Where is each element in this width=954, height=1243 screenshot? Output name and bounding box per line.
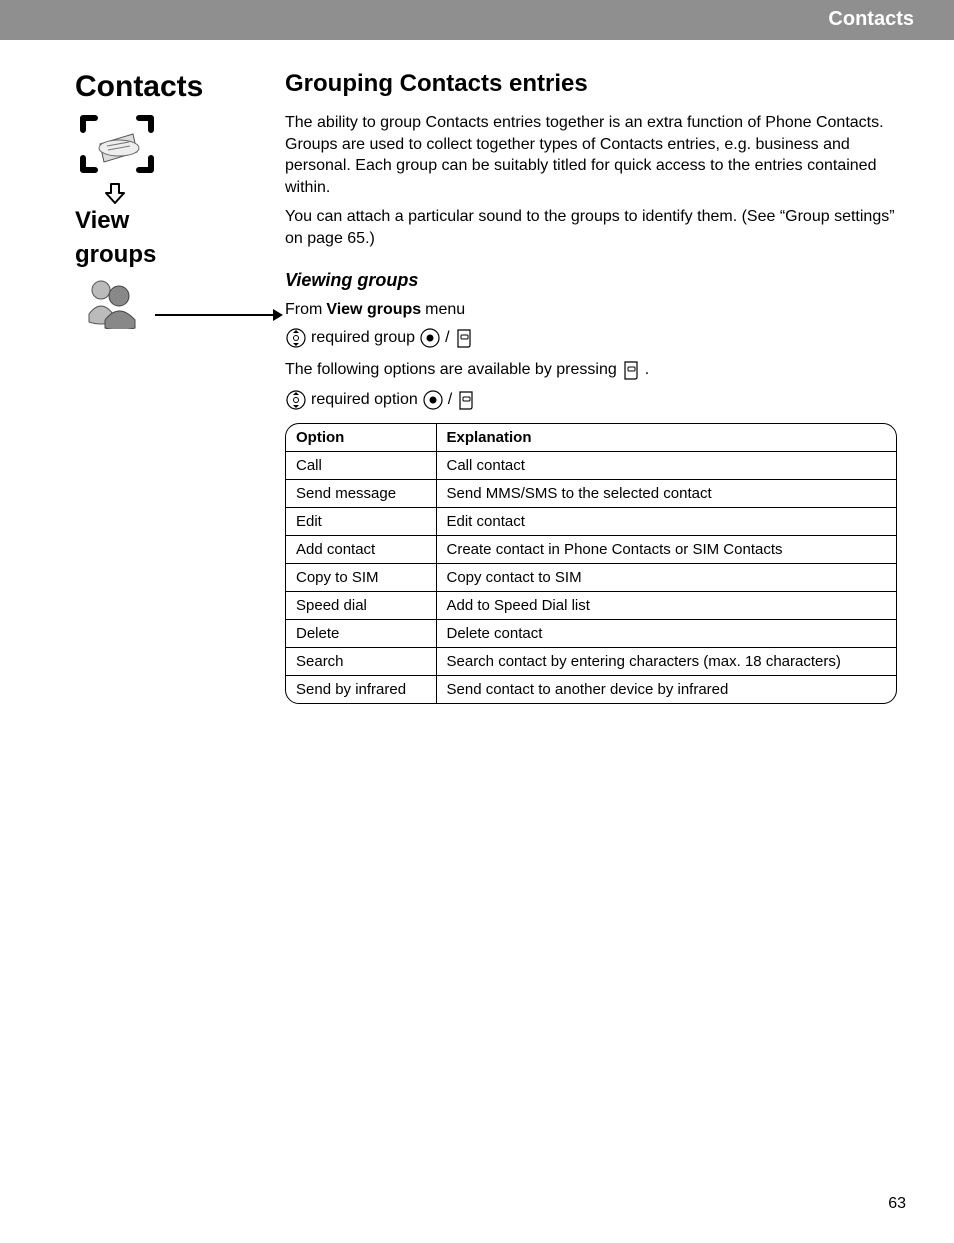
table-header-row: Option Explanation	[286, 424, 896, 452]
paragraph-1: The ability to group Contacts entries to…	[285, 112, 914, 198]
sub-heading: Viewing groups	[285, 270, 914, 291]
select-center-icon-2	[422, 389, 444, 411]
options-table: Option Explanation CallCall contact Send…	[285, 423, 897, 704]
down-arrow-icon	[103, 181, 127, 205]
table-row: Add contactCreate contact in Phone Conta…	[286, 535, 896, 563]
main-content: Grouping Contacts entries The ability to…	[275, 70, 914, 704]
groups-people-icon	[83, 274, 143, 329]
table-header-explanation: Explanation	[436, 424, 896, 452]
table-cell: Call contact	[436, 451, 896, 479]
table-cell: Send by infrared	[286, 675, 436, 703]
table-row: Speed dialAdd to Speed Dial list	[286, 591, 896, 619]
step-select-group: required group /	[285, 327, 914, 349]
sidebar-sub-line1: View	[75, 207, 275, 235]
table-row: CallCall contact	[286, 451, 896, 479]
table-row: DeleteDelete contact	[286, 619, 896, 647]
table-row: Send by infraredSend contact to another …	[286, 675, 896, 703]
select-center-icon	[419, 327, 441, 349]
contacts-card-icon	[77, 112, 157, 177]
page-content: Contacts View gr	[0, 40, 954, 704]
slash-2: /	[448, 391, 452, 409]
from-label: From	[285, 301, 322, 319]
table-row: EditEdit contact	[286, 507, 896, 535]
step-option-text: required option	[311, 391, 418, 409]
table-cell: Send MMS/SMS to the selected contact	[436, 479, 896, 507]
period: .	[645, 361, 649, 379]
sidebar-title: Contacts	[75, 70, 275, 104]
table-cell: Edit contact	[436, 507, 896, 535]
table-cell: Delete contact	[436, 619, 896, 647]
table-row: SearchSearch contact by entering charact…	[286, 647, 896, 675]
header-bar: Contacts	[0, 0, 954, 40]
slash-1: /	[445, 329, 449, 347]
table-cell: Add to Speed Dial list	[436, 591, 896, 619]
table-row: Copy to SIMCopy contact to SIM	[286, 563, 896, 591]
softkey-icon-2	[621, 359, 641, 381]
nav-updown-icon-2	[285, 389, 307, 411]
table-header-option: Option	[286, 424, 436, 452]
softkey-icon	[454, 327, 474, 349]
from-suffix: menu	[425, 301, 465, 319]
table-cell: Send contact to another device by infrar…	[436, 675, 896, 703]
nav-updown-icon	[285, 327, 307, 349]
header-title: Contacts	[828, 8, 914, 31]
sidebar-sub-line2: groups	[75, 241, 275, 269]
sidebar: Contacts View gr	[75, 70, 275, 704]
step-group-text: required group	[311, 329, 415, 347]
table-cell: Add contact	[286, 535, 436, 563]
softkey-icon-3	[456, 389, 476, 411]
from-line: From View groups menu	[285, 301, 914, 319]
table-cell: Edit	[286, 507, 436, 535]
table-cell: Send message	[286, 479, 436, 507]
table-cell: Copy to SIM	[286, 563, 436, 591]
table-cell: Speed dial	[286, 591, 436, 619]
table-cell: Search contact by entering characters (m…	[436, 647, 896, 675]
table-cell: Call	[286, 451, 436, 479]
flow-arrow-icon	[155, 305, 285, 325]
table-cell: Search	[286, 647, 436, 675]
following-text: The following options are available by p…	[285, 361, 617, 379]
page-number: 63	[888, 1195, 906, 1213]
step-select-option: required option /	[285, 389, 914, 411]
following-options-line: The following options are available by p…	[285, 359, 914, 381]
table-cell: Create contact in Phone Contacts or SIM …	[436, 535, 896, 563]
section-title: Grouping Contacts entries	[285, 70, 914, 98]
table-cell: Copy contact to SIM	[436, 563, 896, 591]
paragraph-2: You can attach a particular sound to the…	[285, 206, 914, 249]
from-menu-bold: View groups	[326, 301, 421, 319]
table-row: Send messageSend MMS/SMS to the selected…	[286, 479, 896, 507]
table-cell: Delete	[286, 619, 436, 647]
